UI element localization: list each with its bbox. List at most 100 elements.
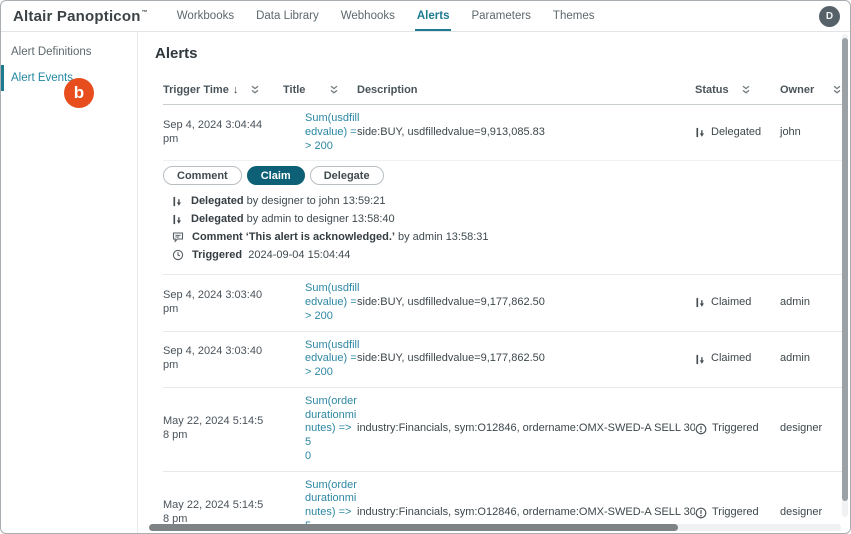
table-row[interactable]: Sep 4, 2024 3:04:44 pm Sum(usdfill edval… — [163, 105, 845, 162]
description-cell: side:BUY, usdfilledvalue=9,913,085.83 — [357, 125, 545, 138]
header-status-label[interactable]: Status — [695, 84, 729, 96]
nav-tab-themes[interactable]: Themes — [542, 1, 606, 31]
user-avatar[interactable]: D — [819, 5, 840, 27]
status-cell: Claimed — [695, 352, 780, 366]
filter-chevrons-icon[interactable] — [741, 85, 751, 95]
sidebar: Alert Definitions Alert Events b — [1, 32, 138, 533]
history-text: by designer to john 13:59:21 — [246, 195, 386, 208]
alerts-table: Trigger Time ↓ Title Description Status … — [163, 76, 845, 533]
trademark-mark: ™ — [141, 9, 148, 16]
trigger-time-cell: May 22, 2024 5:14:5 8 pm — [163, 499, 264, 525]
delegate-icon — [695, 127, 706, 138]
header-description: Description — [357, 84, 695, 96]
alert-history-list: Delegated by designer to john 13:59:21 D… — [163, 194, 845, 262]
description-cell: side:BUY, usdfilledvalue=9,177,862.50 — [357, 296, 545, 308]
alert-detail-panel: Comment Claim Delegate Delegated by desi… — [163, 161, 845, 276]
comment-icon — [172, 231, 184, 243]
owner-cell: admin — [780, 296, 810, 308]
header-owner: Owner — [780, 84, 845, 96]
status-cell: Delegated — [695, 126, 780, 140]
table-row[interactable]: Sep 4, 2024 3:03:40 pm Sum(usdfill edval… — [163, 275, 845, 332]
history-action: Comment ‘This alert is acknowledged.’ — [192, 231, 395, 244]
sidebar-item-alert-definitions[interactable]: Alert Definitions — [1, 39, 137, 65]
nav-tab-data-library[interactable]: Data Library — [245, 1, 330, 31]
header-status: Status — [695, 84, 780, 96]
vertical-scrollbar-thumb[interactable] — [842, 38, 848, 501]
header-owner-label[interactable]: Owner — [780, 84, 814, 96]
clock-icon — [172, 249, 184, 261]
nav-tab-parameters[interactable]: Parameters — [460, 1, 541, 31]
trigger-time-cell: Sep 4, 2024 3:03:40 pm — [163, 289, 263, 315]
page-layout: Alert Definitions Alert Events b Alerts … — [1, 32, 850, 533]
status-cell: Triggered — [695, 506, 780, 520]
comment-button[interactable]: Comment — [163, 166, 242, 186]
main-content: Alerts Trigger Time ↓ Title Description … — [138, 32, 850, 533]
owner-cell: designer — [780, 506, 823, 518]
delegate-icon — [172, 196, 183, 207]
header-trigger-time: Trigger Time ↓ — [163, 84, 283, 96]
brand-name: Altair Panopticon — [13, 7, 141, 25]
trigger-time-cell: Sep 4, 2024 3:04:44 pm — [163, 118, 263, 145]
claim-icon — [695, 354, 706, 365]
annotation-badge-b: b — [64, 78, 94, 108]
brand-logo: Altair Panopticon ™ — [13, 1, 148, 31]
horizontal-scrollbar-thumb[interactable] — [149, 524, 678, 531]
delegate-button[interactable]: Delegate — [309, 166, 384, 186]
status-label: Claimed — [711, 352, 752, 365]
trigger-time-cell: May 22, 2024 5:14:5 8 pm — [163, 415, 264, 442]
history-action: Delegated — [191, 195, 244, 208]
alert-title-link[interactable]: Sum(usdfill edvalue) = > 200 — [283, 282, 359, 323]
owner-cell: admin — [780, 352, 810, 365]
main-nav: Workbooks Data Library Webhooks Alerts P… — [166, 1, 606, 31]
table-row[interactable]: May 22, 2024 5:14:5 8 pm Sum(order durat… — [163, 388, 845, 472]
filter-chevrons-icon[interactable] — [329, 85, 339, 95]
status-label: Triggered — [712, 422, 759, 435]
filter-chevrons-icon[interactable] — [832, 85, 842, 95]
header-title-label[interactable]: Title — [283, 84, 305, 96]
filter-chevrons-icon[interactable] — [250, 85, 260, 95]
history-item: Delegated by admin to designer 13:58:40 — [172, 212, 845, 226]
status-cell: Claimed — [695, 296, 780, 310]
history-item: Comment ‘This alert is acknowledged.’ by… — [172, 230, 845, 244]
description-cell: industry:Financials, sym:O12846, orderna… — [357, 422, 695, 435]
page-title: Alerts — [155, 45, 198, 62]
history-action: Triggered — [192, 249, 243, 262]
status-label: Delegated — [711, 125, 762, 138]
history-text: by admin to designer 13:58:40 — [246, 213, 395, 226]
status-label: Claimed — [711, 296, 752, 308]
history-item: Delegated by designer to john 13:59:21 — [172, 194, 845, 208]
header-trigger-time-label[interactable]: Trigger Time — [163, 84, 229, 96]
alert-title-link[interactable]: Sum(usdfill edvalue) = > 200 — [283, 112, 359, 153]
owner-cell: john — [780, 125, 801, 138]
history-text: 2024-09-04 15:04:44 — [248, 249, 351, 262]
claim-button[interactable]: Claim — [246, 166, 305, 186]
table-header-row: Trigger Time ↓ Title Description Status … — [163, 76, 845, 105]
nav-tab-webhooks[interactable]: Webhooks — [330, 1, 406, 31]
triggered-alert-icon — [695, 423, 707, 435]
alert-title-link[interactable]: Sum(usdfill edvalue) = > 200 — [283, 339, 359, 380]
table-row[interactable]: Sep 4, 2024 3:03:40 pm Sum(usdfill edval… — [163, 332, 845, 388]
owner-cell: designer — [780, 422, 823, 435]
triggered-alert-icon — [695, 507, 707, 519]
app-window: Altair Panopticon ™ Workbooks Data Librar… — [0, 0, 851, 534]
detail-actions: Comment Claim Delegate — [163, 166, 845, 186]
description-cell: side:BUY, usdfilledvalue=9,177,862.50 — [357, 352, 545, 365]
history-text: by admin 13:58:31 — [398, 231, 489, 244]
header-description-label: Description — [357, 84, 418, 96]
claim-icon — [695, 297, 706, 308]
history-action: Delegated — [191, 213, 244, 226]
status-label: Triggered — [712, 506, 759, 518]
trigger-time-cell: Sep 4, 2024 3:03:40 pm — [163, 345, 263, 372]
nav-tab-workbooks[interactable]: Workbooks — [166, 1, 245, 31]
vertical-scrollbar[interactable] — [842, 34, 848, 517]
top-navbar: Altair Panopticon ™ Workbooks Data Librar… — [1, 1, 850, 32]
description-cell: industry:Financials, sym:O12846, orderna… — [357, 506, 695, 518]
header-title: Title — [283, 84, 357, 96]
nav-tab-alerts[interactable]: Alerts — [406, 1, 461, 31]
status-cell: Triggered — [695, 422, 780, 436]
delegate-icon — [172, 214, 183, 225]
horizontal-scrollbar[interactable] — [149, 524, 841, 531]
history-item: Triggered 2024-09-04 15:04:44 — [172, 248, 845, 262]
sort-desc-icon[interactable]: ↓ — [233, 84, 239, 96]
alert-title-link[interactable]: Sum(order durationmi nutes) => 5 0 — [283, 395, 357, 464]
